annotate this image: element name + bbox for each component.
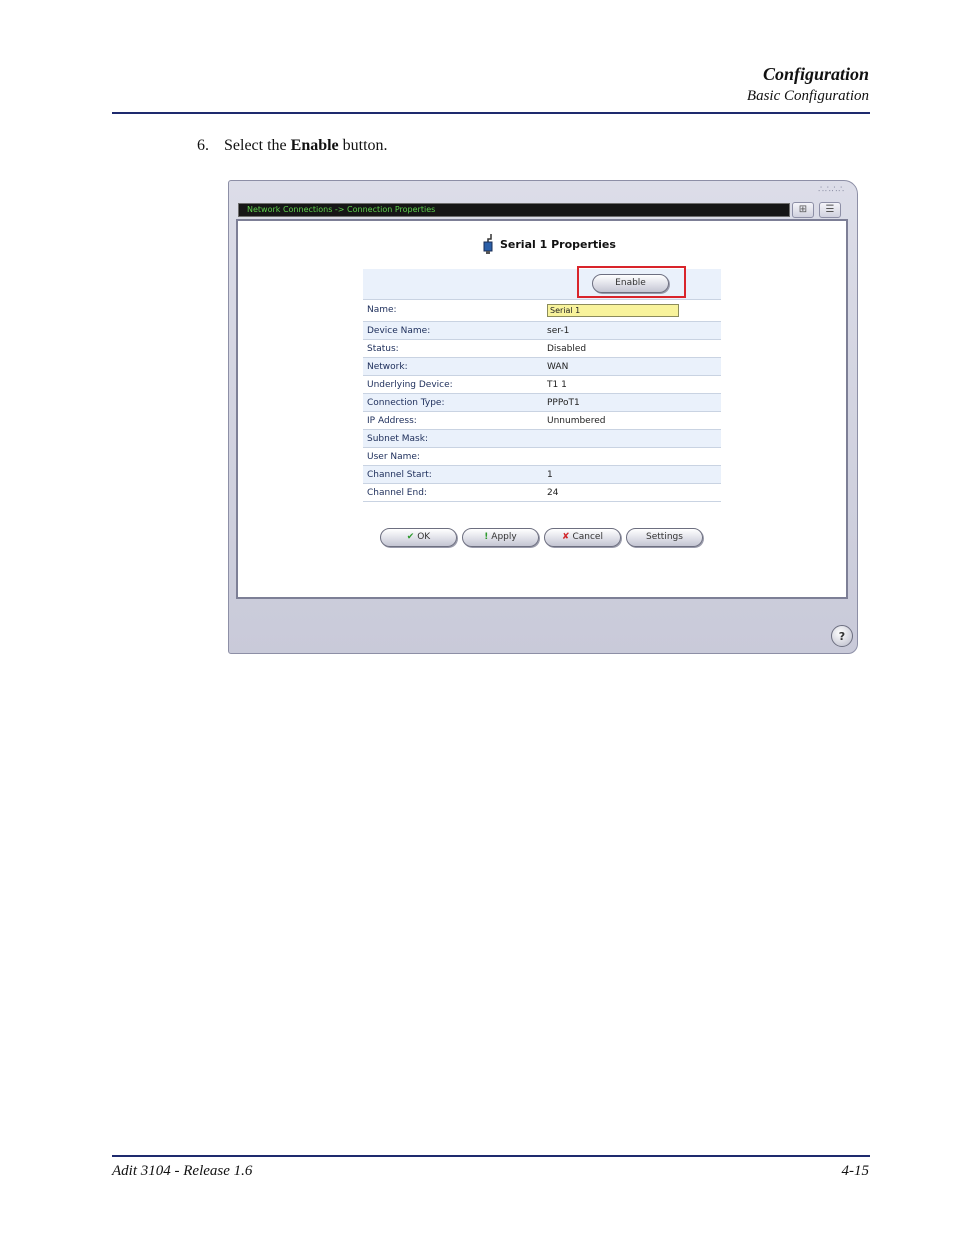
header-title: Configuration bbox=[762, 64, 869, 84]
step-number: 6. bbox=[197, 137, 209, 154]
field-value: T1 1 bbox=[543, 375, 721, 394]
field-value: Disabled bbox=[543, 339, 721, 358]
ok-label: OK bbox=[417, 532, 431, 542]
field-label: Connection Type: bbox=[363, 393, 543, 412]
table-row: Name: Serial 1 bbox=[363, 299, 721, 322]
screenshot-window: ∴∴∴∴ Network Connections -> Connection P… bbox=[228, 180, 858, 654]
field-value bbox=[543, 447, 721, 466]
properties-table: Name: Serial 1 Device Name: ser-1 Status:… bbox=[363, 299, 721, 502]
field-value: 1 bbox=[543, 465, 721, 484]
step-suffix: button. bbox=[338, 137, 388, 154]
panel-title: Serial 1 Properties bbox=[500, 238, 616, 251]
field-label: Channel Start: bbox=[363, 465, 543, 484]
enable-highlight-box bbox=[577, 266, 686, 298]
footer-product: Adit 3104 - Release 1.6 bbox=[112, 1163, 253, 1179]
window-grip-icon: ∴∴∴∴ bbox=[818, 185, 845, 195]
cancel-label: Cancel bbox=[572, 532, 603, 542]
apply-button[interactable]: ! Apply bbox=[462, 528, 539, 547]
field-label: Channel End: bbox=[363, 483, 543, 502]
header-subtitle: Basic Configuration bbox=[746, 88, 869, 104]
field-label: Status: bbox=[363, 339, 543, 358]
field-value bbox=[543, 429, 721, 448]
step-instruction: 6. Select the Enable button. bbox=[197, 137, 388, 155]
table-row: IP Address: Unnumbered bbox=[363, 411, 721, 430]
table-row: User Name: bbox=[363, 447, 721, 466]
footer-rule bbox=[112, 1155, 870, 1157]
field-label: Device Name: bbox=[363, 321, 543, 340]
field-label: Name: bbox=[363, 299, 543, 322]
help-icon[interactable]: ? bbox=[831, 625, 853, 647]
cross-icon: ✘ bbox=[562, 532, 570, 542]
settings-button[interactable]: Settings bbox=[626, 528, 703, 547]
table-row: Subnet Mask: bbox=[363, 429, 721, 448]
field-label: User Name: bbox=[363, 447, 543, 466]
field-label: Network: bbox=[363, 357, 543, 376]
field-value: ser-1 bbox=[543, 321, 721, 340]
field-label: Subnet Mask: bbox=[363, 429, 543, 448]
apply-label: Apply bbox=[491, 532, 517, 542]
field-value: WAN bbox=[543, 357, 721, 376]
table-row: Underlying Device: T1 1 bbox=[363, 375, 721, 394]
window-status-bar: ? bbox=[229, 601, 857, 653]
step-prefix: Select the bbox=[224, 137, 291, 154]
table-row: Device Name: ser-1 bbox=[363, 321, 721, 340]
field-value: 24 bbox=[543, 483, 721, 502]
step-bold-word: Enable bbox=[290, 137, 339, 154]
table-row: Connection Type: PPPoT1 bbox=[363, 393, 721, 412]
list-icon[interactable]: ☰ bbox=[819, 202, 841, 218]
table-row: Channel End: 24 bbox=[363, 483, 721, 502]
table-row: Status: Disabled bbox=[363, 339, 721, 358]
field-value: PPPoT1 bbox=[543, 393, 721, 412]
breadcrumb-bar: Network Connections -> Connection Proper… bbox=[238, 203, 790, 217]
table-row: Network: WAN bbox=[363, 357, 721, 376]
content-panel: Serial 1 Properties Enable Name: Serial … bbox=[236, 219, 848, 599]
table-row: Channel Start: 1 bbox=[363, 465, 721, 484]
name-input[interactable]: Serial 1 bbox=[547, 303, 679, 317]
check-icon: ✔ bbox=[406, 532, 415, 542]
ok-button[interactable]: ✔ OK bbox=[380, 528, 457, 547]
footer-page-number: 4-15 bbox=[841, 1163, 870, 1179]
header-rule bbox=[112, 112, 870, 114]
field-label: IP Address: bbox=[363, 411, 543, 430]
cancel-button[interactable]: ✘ Cancel bbox=[544, 528, 621, 547]
field-label: Underlying Device: bbox=[363, 375, 543, 394]
network-map-icon[interactable]: ⊞ bbox=[792, 202, 814, 218]
exclamation-icon: ! bbox=[484, 532, 489, 542]
serial-port-icon bbox=[483, 234, 493, 254]
field-value: Unnumbered bbox=[543, 411, 721, 430]
